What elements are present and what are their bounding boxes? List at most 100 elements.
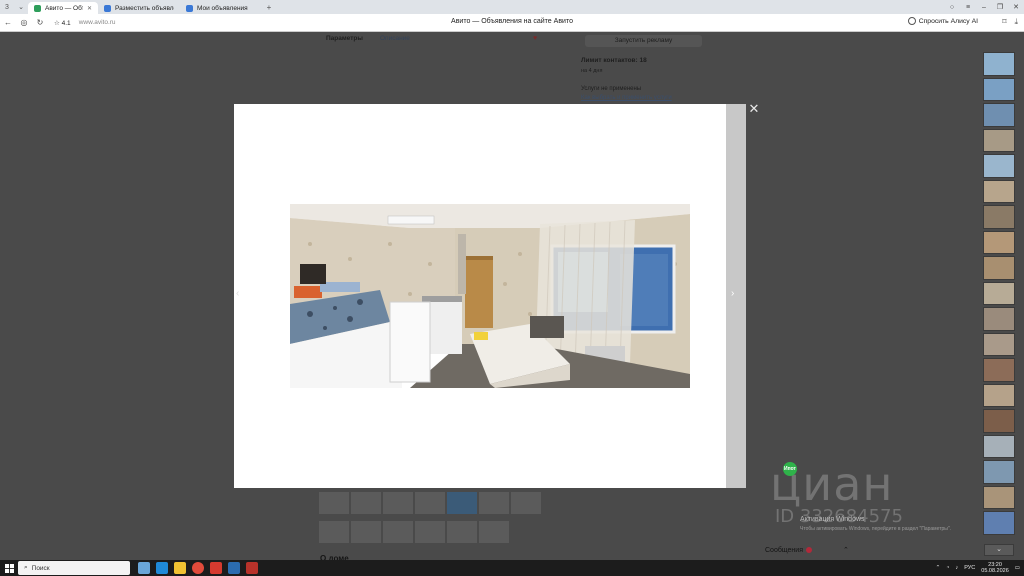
photo-thumb[interactable] [983,128,1015,152]
chevron-up-icon[interactable]: ⌃ [843,546,849,554]
search-icon: ⌕ [24,564,28,571]
clock[interactable]: 23:20 05.08.2026 [981,562,1009,574]
photo-thumbnail-strip [983,52,1015,535]
new-tab-button[interactable]: + [262,3,276,12]
file-explorer-icon[interactable] [174,562,186,574]
photo-thumb[interactable] [983,485,1015,509]
tray-arrow-icon[interactable]: ⌃ [936,565,941,571]
photo-thumb[interactable] [983,230,1015,254]
photo-thumb[interactable] [983,409,1015,433]
unread-badge [806,547,812,553]
avito-favicon-icon [34,4,41,12]
task-view-icon[interactable] [138,562,150,574]
window-controls: ○ ≡ – ❐ ✕ [944,0,1024,14]
photo-thumb[interactable] [983,179,1015,203]
alice-icon [907,17,916,25]
notifications-icon[interactable]: ▭ [1015,565,1020,571]
tab-post-ad[interactable]: Разместить объявление [98,2,180,14]
messages-label: Сообщения [765,546,803,554]
bookmark-icon[interactable]: ⌑ [1002,17,1006,27]
edge-icon[interactable] [156,562,168,574]
tab-label: Разместить объявление [115,4,174,12]
photo-thumb[interactable] [983,511,1015,535]
gallery-thumb [447,521,477,543]
gallery-thumbs-row-2 [319,521,509,543]
photo-thumb[interactable] [983,434,1015,458]
system-tray: ⌃ ◔ ♪ РУС 23:20 05.08.2026 ▭ [936,560,1020,576]
steam-icon[interactable] [228,562,240,574]
taskbar-search-field[interactable]: ⌕ Поиск [18,561,130,575]
photo-thumb[interactable] [983,256,1015,280]
modal-scrollbar[interactable] [726,104,746,488]
services-label: Услуги не применены [581,86,642,92]
chevron-down-icon[interactable]: ⌄ [14,0,28,14]
close-tab-icon[interactable]: ✕ [87,5,92,12]
network-icon[interactable]: ◔ [946,565,949,571]
photo-thumb[interactable] [983,383,1015,407]
close-window-icon[interactable]: ✕ [1008,3,1024,11]
tab-counter[interactable]: 3 [0,0,14,14]
yandex-icon[interactable]: ◎ [16,18,32,27]
windows-start-icon[interactable] [0,563,18,573]
gallery-thumb [383,521,413,543]
volume-icon[interactable]: ♪ [956,565,959,571]
gallery-thumb [479,492,509,514]
yandex-browser-icon[interactable] [192,562,204,574]
language-indicator[interactable]: РУС [964,565,975,571]
ask-alice-button[interactable]: Спросить Алису AI [907,17,978,25]
photo-thumb[interactable] [983,307,1015,331]
restore-icon[interactable]: ❐ [992,3,1008,11]
gallery-thumb [511,492,541,514]
strip-scroll-down-button[interactable]: ⌄ [984,544,1014,556]
messages-widget[interactable]: Сообщения ⌃ [765,546,849,555]
search-placeholder: Поиск [31,564,50,572]
address-actions: ⌑ ⤓ [1002,17,1018,27]
gallery-thumb [479,521,509,543]
menu-icon[interactable]: ≡ [960,4,976,11]
chevron-right-icon[interactable]: › [731,288,734,299]
chevron-left-icon[interactable]: ‹ [236,288,239,299]
url-field[interactable]: www.avito.ru [79,19,116,26]
photo-thumb[interactable] [983,154,1015,178]
profile-icon[interactable]: ○ [944,4,960,11]
avito-favicon-icon [104,4,111,12]
avito-favicon-icon [186,4,193,12]
photo-thumb[interactable] [983,77,1015,101]
photo-thumb[interactable] [983,205,1015,229]
gallery-thumbs-row-1 [319,492,541,514]
tab-label: Авито — Объявлени [45,4,83,12]
tab-my-ads[interactable]: Мои объявления [180,2,262,14]
photo-thumb[interactable] [983,358,1015,382]
reload-icon[interactable]: ↻ [32,18,48,27]
close-icon[interactable]: ✕ [746,101,762,117]
minimize-icon[interactable]: – [976,4,992,11]
tab-description: Описание [380,35,410,42]
tab-label: Мои объявления [197,4,248,12]
page-title: Авито — Объявления на сайте Авито [451,18,573,25]
taskbar-apps [138,562,258,574]
windows-activation-subtitle: Чтобы активировать Windows, перейдите в … [800,526,952,532]
listing-photo-kitchen [290,204,690,388]
gallery-thumb [351,492,381,514]
tab-avito[interactable]: Авито — Объявлени ✕ [28,2,98,14]
app-icon-dark-red[interactable] [246,562,258,574]
back-icon[interactable]: ← [0,18,16,27]
windows-taskbar: ⌕ Поиск ⌃ ◔ ♪ РУС 23:20 05.08.2026 ▭ [0,560,1024,576]
photo-thumb[interactable] [983,103,1015,127]
gallery-thumb [383,492,413,514]
download-icon[interactable]: ⤓ [1014,17,1018,27]
rating-value: 4.1 [61,19,71,27]
photo-thumb[interactable] [983,281,1015,305]
site-rating[interactable]: ☆ 4.1 [54,19,71,27]
photo-thumb[interactable] [983,332,1015,356]
photo-thumb[interactable] [983,52,1015,76]
cian-badge: Ипот [783,462,797,476]
promote-button: Запустить рекламу [585,35,702,47]
app-icon-red[interactable] [210,562,222,574]
gallery-thumb [319,521,349,543]
address-bar: ← ◎ ↻ ☆ 4.1 www.avito.ru Авито — Объявле… [0,14,1024,32]
services-link: Как выбрать и применить услуги [581,95,672,101]
favorite-icon: ♥ [533,35,538,42]
photo-thumb[interactable] [983,460,1015,484]
gallery-thumb [447,492,477,514]
